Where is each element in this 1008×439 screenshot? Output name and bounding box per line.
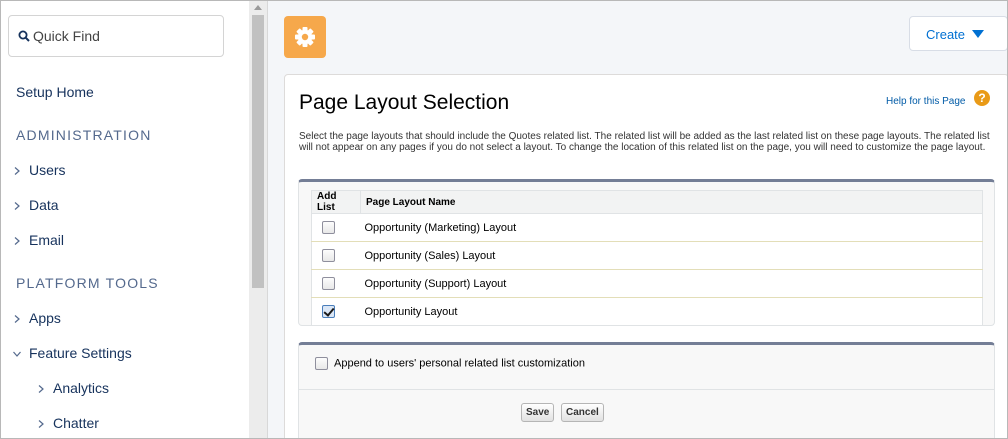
create-button-label: Create [926,27,966,42]
page-layout-name: Opportunity (Marketing) Layout [360,213,983,242]
scrollbar-thumb[interactable] [252,15,264,288]
add-list-checkbox[interactable] [322,221,335,234]
sidebar-item-chatter[interactable]: Chatter [37,415,99,431]
create-menu-button[interactable]: Create [909,16,1007,51]
sidebar-item-label: Feature Settings [29,345,132,361]
table-header-row: Add List Page Layout Name [311,190,983,214]
append-options-section: Append to users' personal related list c… [298,342,995,438]
append-label: Append to users' personal related list c… [334,357,585,370]
scroll-up-arrow-icon[interactable] [254,5,262,10]
sidebar-scrollbar[interactable] [249,1,268,438]
gear-icon [295,27,315,47]
page-description: Select the page layouts that should incl… [299,131,990,153]
save-button[interactable]: Save [521,403,555,422]
add-list-checkbox[interactable] [322,305,335,318]
quick-find-input[interactable] [33,25,213,47]
chevron-right-icon [14,167,20,176]
column-header-add-list: Add List [311,190,361,214]
add-list-checkbox[interactable] [322,249,335,262]
quick-find-box[interactable] [8,15,224,57]
chevron-right-icon [14,202,20,211]
sidebar-item-label: Analytics [53,380,110,396]
sidebar-item-setup-home[interactable]: Setup Home [16,84,94,100]
setup-sidebar: Setup Home ADMINISTRATION Users Data Ema… [1,1,250,438]
table-row: Opportunity Layout [312,298,983,326]
sidebar-item-label: Email [29,232,65,248]
help-for-this-page-link[interactable]: Help for this Page [886,96,966,107]
main-content: Create Page Layout Selection Help for th… [268,1,1007,438]
sidebar-item-label: Users [29,162,66,178]
sidebar-item-label: Chatter [53,415,99,431]
sidebar-item-data[interactable]: Data [13,197,59,213]
sidebar-item-users[interactable]: Users [13,162,66,178]
sidebar-item-apps[interactable]: Apps [13,310,61,326]
sidebar-item-email[interactable]: Email [13,232,64,248]
page-layout-name: Opportunity (Support) Layout [360,269,983,298]
layout-list-section: Add List Page Layout Name Opportunity (M… [298,179,995,326]
sidebar-item-label: Data [29,197,59,213]
search-icon [18,30,30,42]
chevron-right-icon [14,315,20,324]
page-layout-selection-panel: Page Layout Selection Help for this Page… [284,74,1007,438]
chevron-right-icon [14,237,20,246]
page-layout-name: Opportunity (Sales) Layout [360,241,983,270]
sidebar-item-feature-settings[interactable]: Feature Settings [13,345,132,361]
table-row: Opportunity (Sales) Layout [311,241,983,270]
sidebar-item-label: Apps [29,310,61,326]
page-layout-name: Opportunity Layout [364,305,458,318]
sidebar-item-analytics[interactable]: Analytics [37,380,109,396]
chevron-right-icon [38,385,44,394]
button-bar: Save Cancel [299,389,994,438]
help-icon[interactable]: ? [974,90,990,106]
app-window: Setup Home ADMINISTRATION Users Data Ema… [0,0,1008,439]
cancel-button[interactable]: Cancel [561,403,604,422]
chevron-down-icon [13,351,21,358]
sidebar-item-label: Setup Home [16,84,94,100]
append-checkbox[interactable] [315,357,328,370]
column-header-page-layout-name: Page Layout Name [360,190,983,214]
setup-app-icon [284,16,326,58]
page-title: Page Layout Selection [299,91,510,114]
chevron-right-icon [38,420,44,429]
table-row: Opportunity (Marketing) Layout [311,213,983,242]
caret-down-icon [972,30,984,38]
add-list-checkbox[interactable] [322,277,335,290]
section-title-platform-tools: PLATFORM TOOLS [16,275,159,291]
section-title-administration: ADMINISTRATION [16,127,152,143]
table-row: Opportunity (Support) Layout [311,269,983,298]
append-option[interactable]: Append to users' personal related list c… [315,357,585,370]
page-layout-table: Add List Page Layout Name Opportunity (M… [311,190,983,326]
